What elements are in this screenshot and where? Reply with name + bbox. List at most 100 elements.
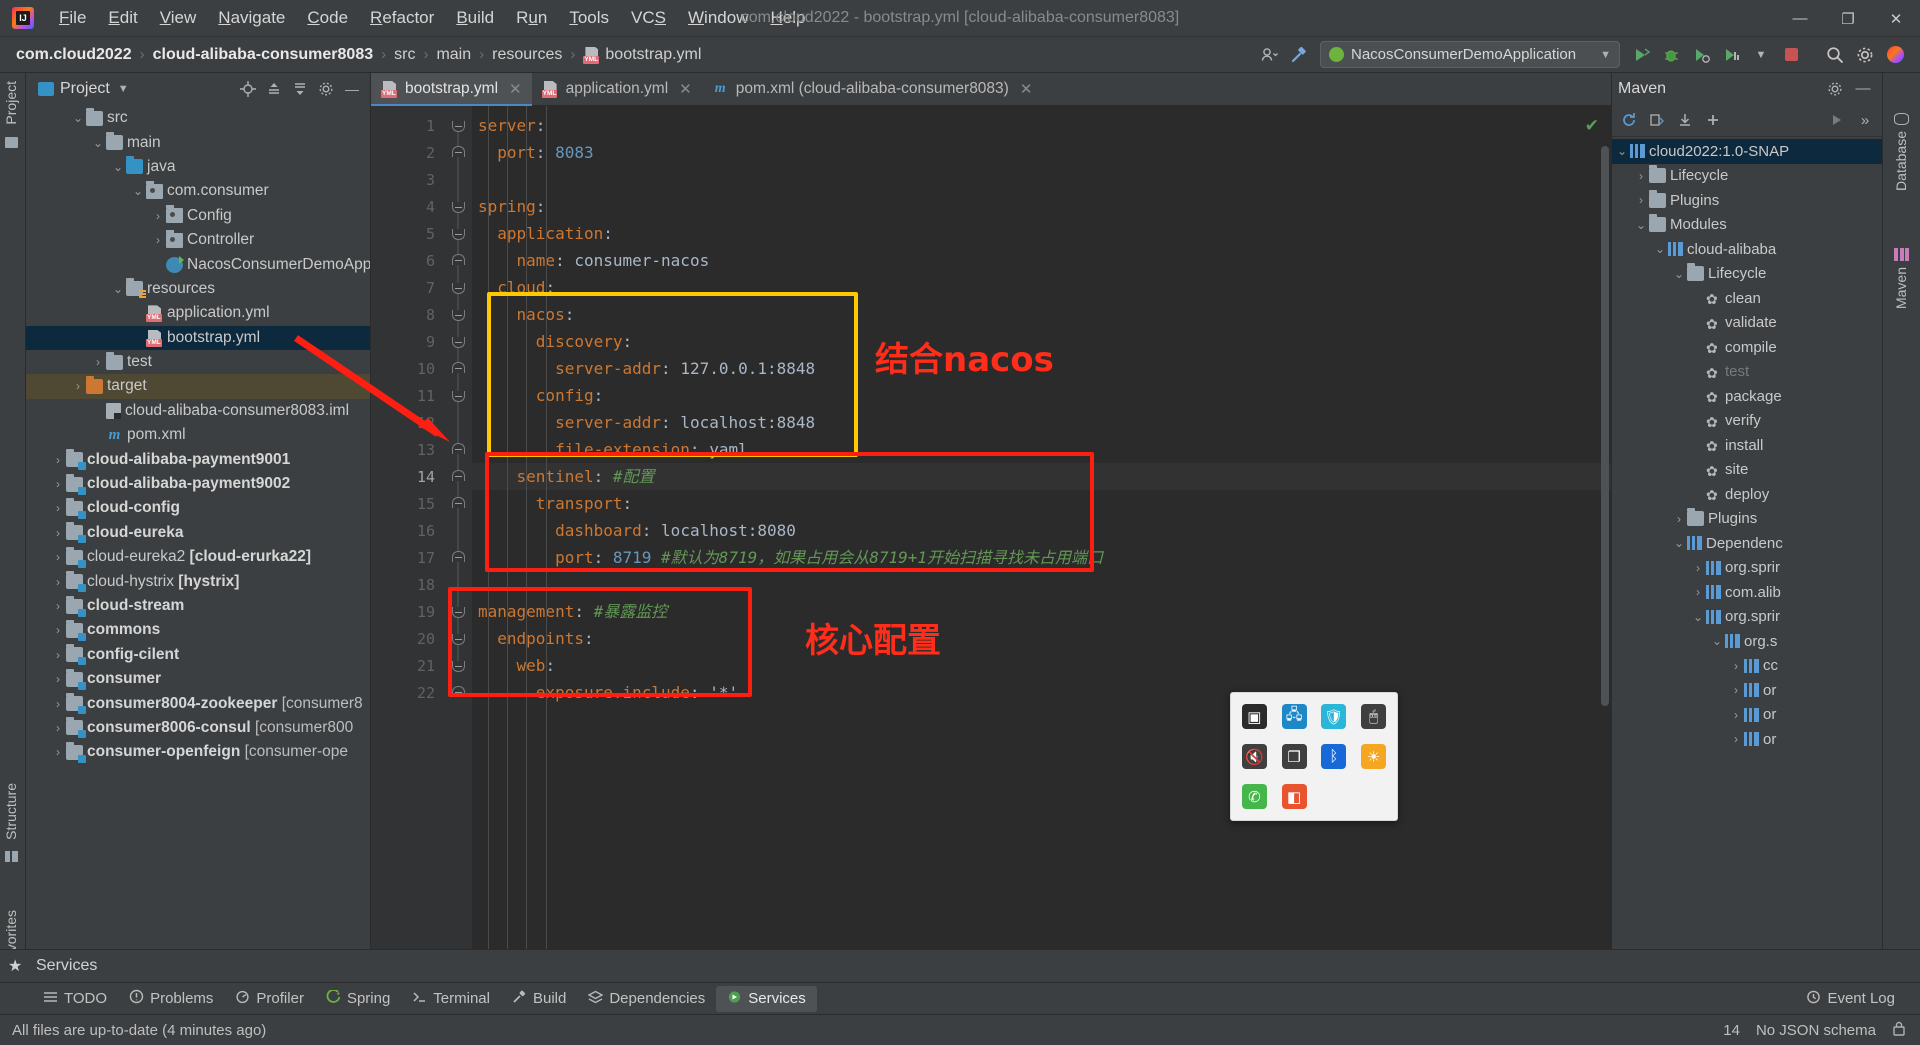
window-controls[interactable]: — ❐ ✕	[1776, 0, 1920, 37]
project-tree-item[interactable]: › cloud-eureka2 [cloud-erurka22]	[26, 545, 370, 569]
maven-tree-item[interactable]: compile	[1612, 335, 1882, 360]
account-avatar-icon[interactable]	[1880, 41, 1910, 69]
project-tree-item[interactable]: › consumer	[26, 667, 370, 691]
project-tree-item[interactable]: › consumer8004-zookeeper [consumer8	[26, 691, 370, 715]
project-tree-item[interactable]: › Config	[26, 204, 370, 228]
tray-display-icon[interactable]: ▣	[1235, 697, 1274, 736]
collapse-all-icon[interactable]	[288, 77, 312, 101]
maven-tree-item[interactable]: ⌄ Modules	[1612, 213, 1882, 238]
sidebar-tab-project[interactable]: Project	[3, 75, 19, 148]
hide-panel-icon[interactable]: —	[340, 77, 364, 101]
run-icon[interactable]	[1626, 41, 1656, 69]
tree-expand-arrow[interactable]: ›	[50, 648, 66, 662]
project-tree-item[interactable]: · cloud-alibaba-consumer8083.iml	[26, 399, 370, 423]
menu-navigate[interactable]: Navigate	[207, 5, 296, 31]
code-line[interactable]: port: 8719 #默认为8719，如果占用会从8719+1开始扫描寻找未占…	[472, 544, 1611, 571]
maven-tree-item[interactable]: › Lifecycle	[1612, 164, 1882, 189]
tray-volume-mute-icon[interactable]: 🔇	[1235, 737, 1274, 776]
maven-tree-item[interactable]: ⌄ org.sprir	[1612, 605, 1882, 630]
chevron-down-icon[interactable]: ▼	[1746, 41, 1776, 69]
tree-expand-arrow[interactable]: ›	[1728, 683, 1744, 697]
profile-icon[interactable]	[1716, 41, 1746, 69]
project-tree-item[interactable]: › cloud-alibaba-payment9002	[26, 472, 370, 496]
more-actions-icon[interactable]: »	[1852, 107, 1878, 133]
maven-tree-item[interactable]: ⌄ Dependenc	[1612, 531, 1882, 556]
tree-expand-arrow[interactable]: ›	[50, 575, 66, 589]
expand-all-icon[interactable]	[262, 77, 286, 101]
code-line[interactable]	[472, 571, 1611, 598]
code-line[interactable]: file-extension: yaml	[472, 436, 1611, 463]
tree-expand-arrow[interactable]: ·	[90, 404, 106, 418]
editor-tab-0[interactable]: bootstrap.yml ✕	[371, 73, 532, 106]
tree-expand-arrow[interactable]: ›	[1690, 561, 1706, 575]
menu-build[interactable]: Build	[445, 5, 505, 31]
project-tree-item[interactable]: › config-cilent	[26, 643, 370, 667]
project-tree-item[interactable]: › cloud-stream	[26, 594, 370, 618]
menu-window[interactable]: Window	[677, 5, 759, 31]
code-line[interactable]: spring:	[472, 193, 1611, 220]
breadcrumb[interactable]: com.cloud2022 › cloud-alibaba-consumer80…	[16, 46, 701, 64]
close-tab-icon[interactable]: ✕	[679, 80, 692, 98]
tool-window-bar-right[interactable]: Event Log	[1795, 986, 1920, 1012]
code-content[interactable]: server: port: 8083 spring: application: …	[472, 106, 1611, 950]
close-button[interactable]: ✕	[1872, 0, 1920, 37]
tree-expand-arrow[interactable]: ⌄	[110, 282, 126, 296]
code-line[interactable]: name: consumer-nacos	[472, 247, 1611, 274]
project-tree-item[interactable]: › consumer-openfeign [consumer-ope	[26, 740, 370, 764]
tree-expand-arrow[interactable]: ⌄	[130, 184, 146, 198]
tree-expand-arrow[interactable]: ⌄	[1690, 610, 1706, 624]
editor-scrollbar[interactable]	[1601, 146, 1609, 706]
main-menu[interactable]: File Edit View Navigate Code Refactor Bu…	[48, 5, 816, 31]
tree-expand-arrow[interactable]: ›	[50, 501, 66, 515]
project-tree-item[interactable]: ·m pom.xml	[26, 423, 370, 447]
tree-expand-arrow[interactable]: ›	[50, 672, 66, 686]
generate-sources-icon[interactable]	[1644, 107, 1670, 133]
tree-expand-arrow[interactable]: ·	[150, 258, 166, 272]
code-line[interactable]: port: 8083	[472, 139, 1611, 166]
breadcrumb-item-5[interactable]: bootstrap.yml	[583, 46, 701, 64]
tree-expand-arrow[interactable]: ›	[1728, 659, 1744, 673]
tool-window-button-services[interactable]: Services	[716, 985, 817, 1012]
maven-tree-item[interactable]: ⌄ cloud-alibaba	[1612, 237, 1882, 262]
status-bar-right[interactable]: 14 No JSON schema	[1723, 1021, 1920, 1040]
tree-expand-arrow[interactable]: ⌄	[70, 111, 86, 125]
floating-tray-widget[interactable]: ▣ 🖧 🛡 🖱 🔇 ❐ ᛒ ☀ ✆ ◧	[1230, 692, 1398, 821]
tool-window-button-spring[interactable]: Spring	[315, 986, 401, 1012]
tree-expand-arrow[interactable]: ›	[1690, 585, 1706, 599]
tool-window-button-todo[interactable]: TODO	[32, 986, 118, 1012]
tree-expand-arrow[interactable]: ›	[1728, 732, 1744, 746]
project-tree-item[interactable]: · bootstrap.yml	[26, 325, 370, 350]
breadcrumb-item-3[interactable]: main	[436, 46, 471, 64]
tree-expand-arrow[interactable]: ›	[90, 355, 106, 369]
tree-expand-arrow[interactable]: ›	[50, 623, 66, 637]
maven-tree-item[interactable]: › Plugins	[1612, 188, 1882, 213]
code-line[interactable]: nacos:	[472, 301, 1611, 328]
code-line[interactable]: server:	[472, 112, 1611, 139]
editor-tab-1[interactable]: application.yml ✕	[532, 73, 702, 105]
sidebar-tab-structure[interactable]: Structure	[3, 777, 19, 862]
maven-tree-item[interactable]: › or	[1612, 727, 1882, 752]
tree-expand-arrow[interactable]: ⌄	[1633, 218, 1649, 232]
tree-expand-arrow[interactable]: ⌄	[1614, 144, 1630, 158]
project-tree-item[interactable]: › target	[26, 374, 370, 399]
editor-tab-2[interactable]: m pom.xml (cloud-alibaba-consumer8083) ✕	[702, 73, 1043, 105]
reload-icon[interactable]	[1616, 107, 1642, 133]
tool-window-button-build[interactable]: Build	[501, 986, 577, 1012]
tree-expand-arrow[interactable]: ›	[50, 526, 66, 540]
close-tab-icon[interactable]: ✕	[1020, 80, 1033, 98]
tool-window-button-problems[interactable]: Problems	[118, 986, 224, 1012]
tray-network-icon[interactable]: 🖧	[1275, 697, 1314, 736]
status-json-schema[interactable]: No JSON schema	[1756, 1022, 1876, 1039]
tree-expand-arrow[interactable]: ›	[150, 233, 166, 247]
project-tree-item[interactable]: ⌄ resources	[26, 277, 370, 301]
tool-window-bar[interactable]: TODO Problems Profiler Spring Terminal Build D…	[0, 982, 1920, 1014]
maven-tree-item[interactable]: verify	[1612, 409, 1882, 434]
maven-tree-item[interactable]: › org.sprir	[1612, 556, 1882, 581]
fold-marker[interactable]	[444, 679, 472, 706]
menu-tools[interactable]: Tools	[558, 5, 620, 31]
code-line[interactable]: sentinel: #配置	[472, 463, 1611, 490]
tree-expand-arrow[interactable]: ›	[50, 721, 66, 735]
search-icon[interactable]	[1820, 41, 1850, 69]
settings-gear-icon[interactable]	[314, 77, 338, 101]
run-configuration-selector[interactable]: NacosConsumerDemoApplication ▼	[1320, 41, 1620, 68]
